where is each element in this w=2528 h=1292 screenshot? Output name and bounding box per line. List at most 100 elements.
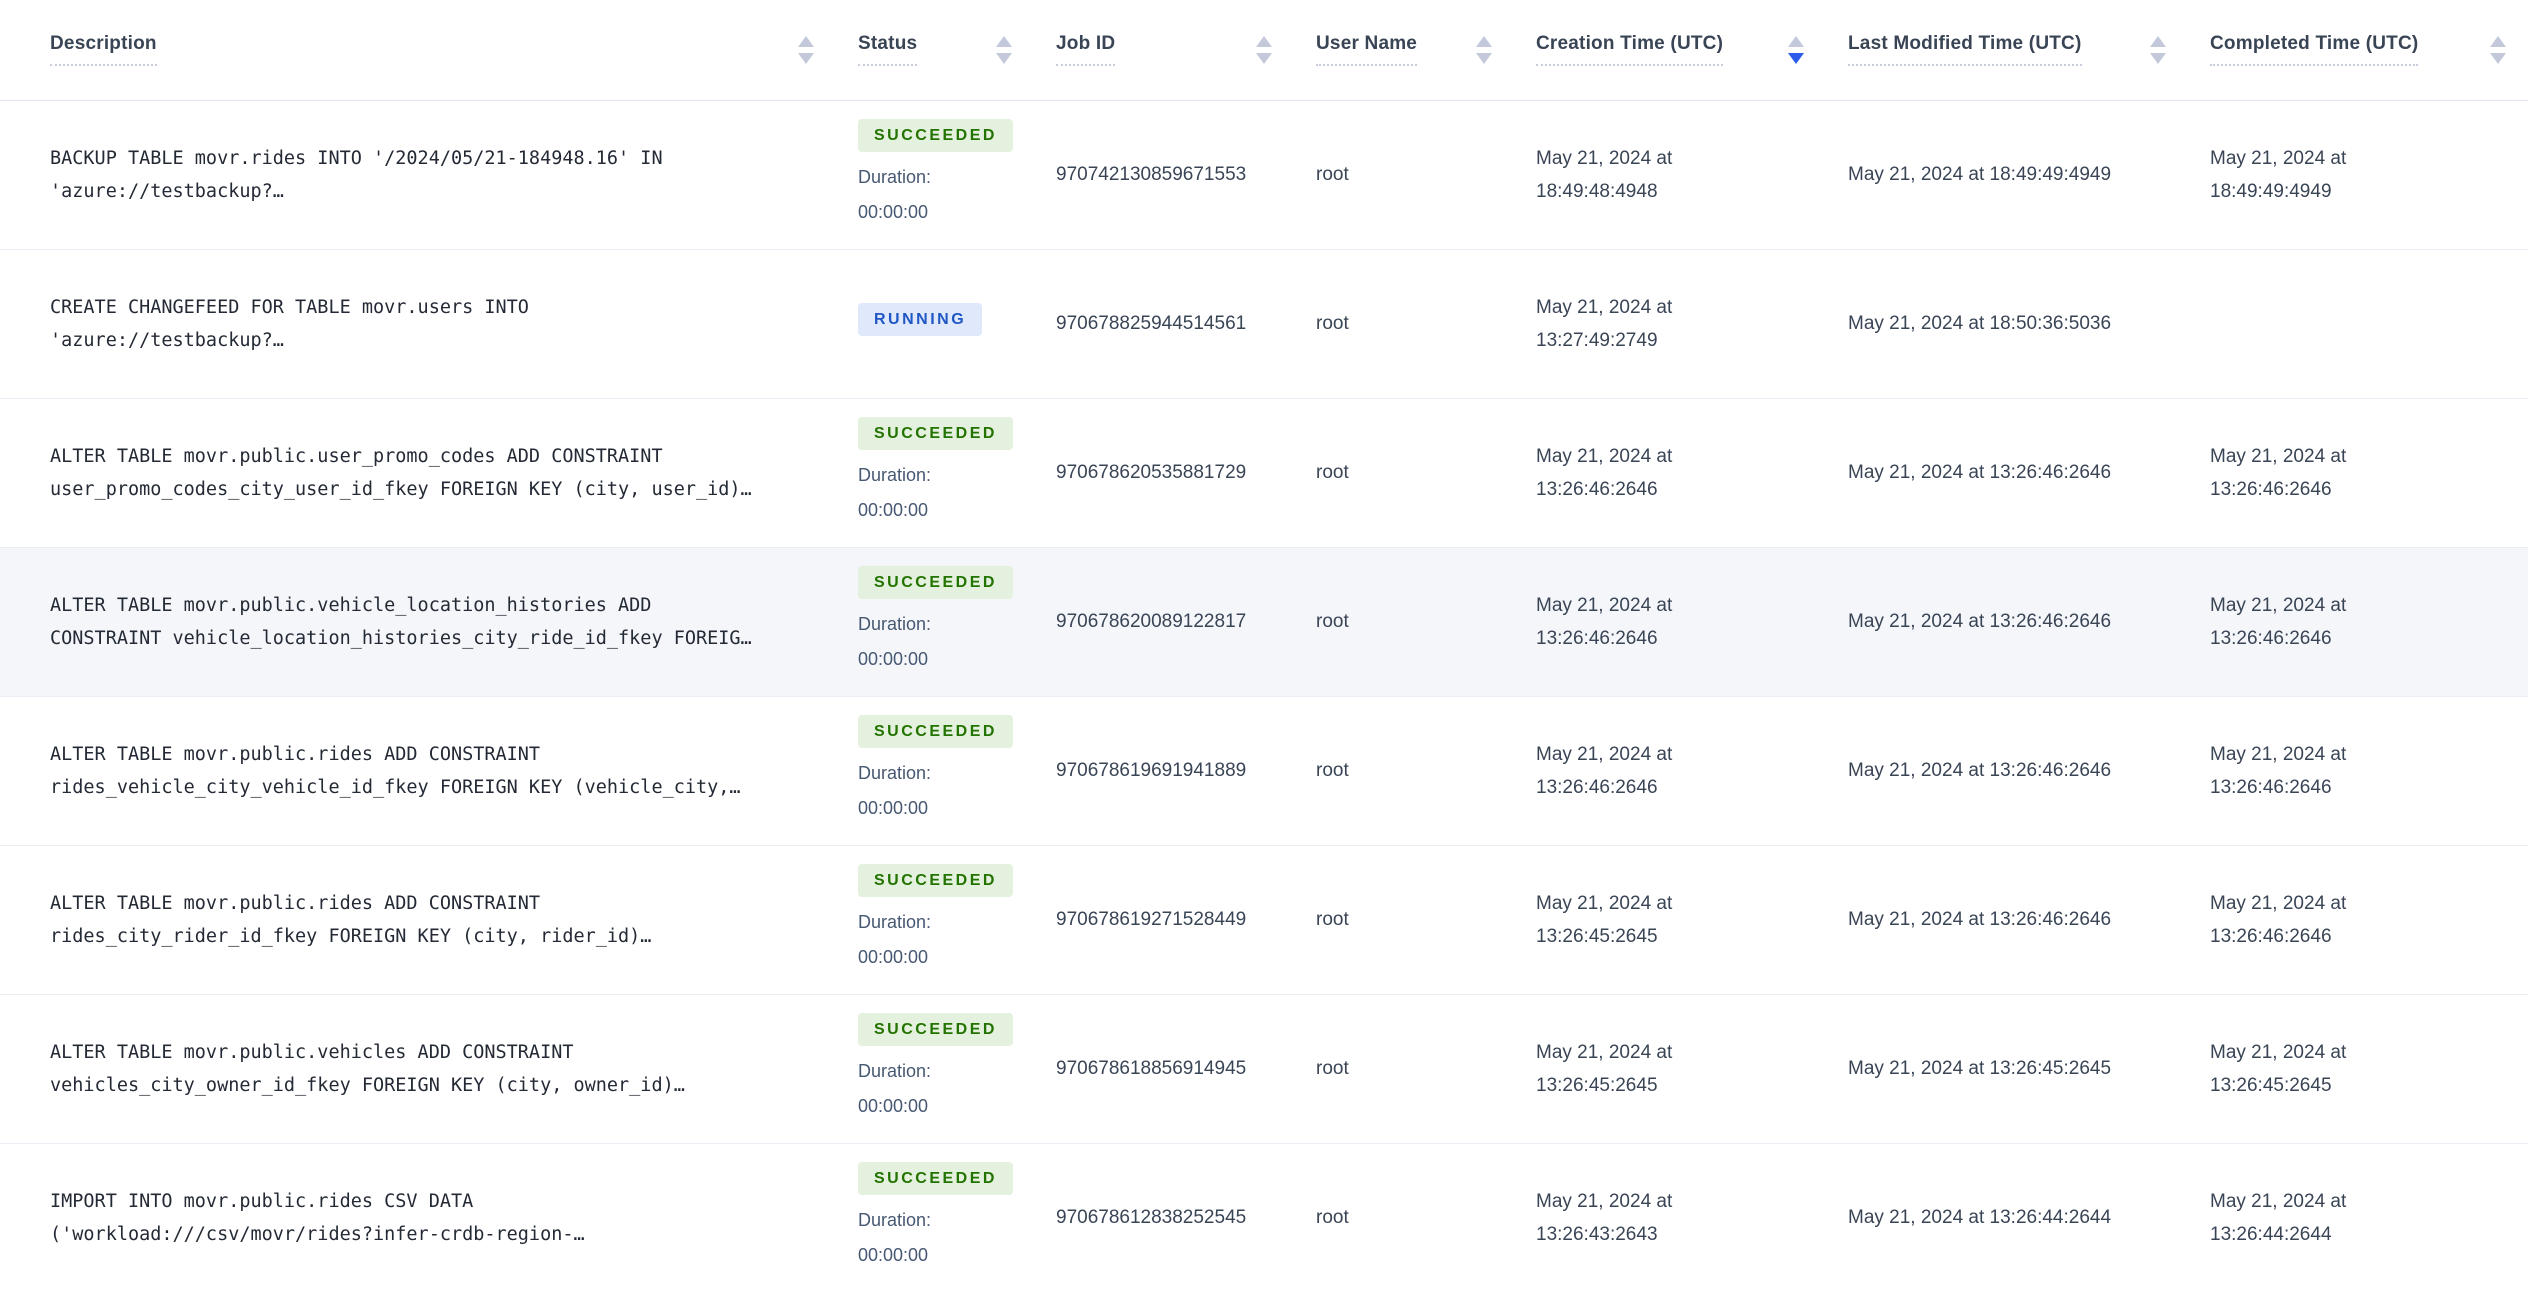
table-row: CREATE CHANGEFEED FOR TABLE movr.users I… <box>0 249 2528 398</box>
job-description-link[interactable]: IMPORT INTO movr.public.rides CSV DATA (… <box>50 1191 585 1245</box>
status-badge: RUNNING <box>858 303 983 336</box>
column-header-last-modified-time-label[interactable]: Last Modified Time (UTC) <box>1848 33 2082 67</box>
description-cell: IMPORT INTO movr.public.rides CSV DATA (… <box>0 1143 858 1292</box>
status-badge: SUCCEEDED <box>858 715 1013 748</box>
completed-time: May 21, 2024 at 18:49:49:4949 <box>2210 147 2347 202</box>
last-modified-time: May 21, 2024 at 13:26:46:2646 <box>1848 462 2112 483</box>
creation-time: May 21, 2024 at 18:49:48:4948 <box>1536 147 1673 202</box>
job-id: 970678618856914945 <box>1056 1057 1247 1079</box>
status-badge: SUCCEEDED <box>858 119 1013 152</box>
column-header-status-label[interactable]: Status <box>858 33 918 67</box>
sort-arrows-icon[interactable] <box>2490 35 2506 64</box>
sort-arrows-icon[interactable] <box>1256 35 1272 64</box>
description-cell: CREATE CHANGEFEED FOR TABLE movr.users I… <box>0 249 858 398</box>
job-id: 970678825944514561 <box>1056 312 1247 334</box>
column-header-completed-time: Completed Time (UTC) <box>2210 0 2528 100</box>
last-modified-time: May 21, 2024 at 13:26:46:2646 <box>1848 611 2112 632</box>
job-id: 970678620089122817 <box>1056 610 1247 632</box>
description-cell: ALTER TABLE movr.public.rides ADD CONSTR… <box>0 845 858 994</box>
user-name: root <box>1316 1206 1349 1228</box>
sort-arrows-icon[interactable] <box>1788 35 1804 64</box>
status-cell: SUCCEEDED Duration: 00:00:00 <box>858 696 1056 845</box>
job-duration: Duration: 00:00:00 <box>858 465 932 520</box>
job-duration: Duration: 00:00:00 <box>858 614 932 669</box>
job-duration: Duration: 00:00:00 <box>858 167 932 222</box>
job-description-link[interactable]: ALTER TABLE movr.public.rides ADD CONSTR… <box>50 744 741 798</box>
job-description-link[interactable]: ALTER TABLE movr.public.user_promo_codes… <box>50 446 752 500</box>
job-duration: Duration: 00:00:00 <box>858 1210 932 1266</box>
status-badge: SUCCEEDED <box>858 417 1013 450</box>
job-duration: Duration: 00:00:00 <box>858 763 932 818</box>
table-header-row: Description Status Job ID User Name Crea… <box>0 0 2528 100</box>
user-name: root <box>1316 1057 1349 1079</box>
last-modified-time: May 21, 2024 at 13:26:46:2646 <box>1848 909 2112 930</box>
table-row: ALTER TABLE movr.public.vehicle_location… <box>0 547 2528 696</box>
column-header-user-name: User Name <box>1316 0 1536 100</box>
description-cell: ALTER TABLE movr.public.rides ADD CONSTR… <box>0 696 858 845</box>
table-row: BACKUP TABLE movr.rides INTO '/2024/05/2… <box>0 100 2528 249</box>
job-id: 970678619691941889 <box>1056 759 1247 781</box>
jobs-table: Description Status Job ID User Name Crea… <box>0 0 2528 1292</box>
creation-time: May 21, 2024 at 13:26:45:2645 <box>1536 892 1673 947</box>
table-row: ALTER TABLE movr.public.rides ADD CONSTR… <box>0 845 2528 994</box>
column-header-description: Description <box>0 0 858 100</box>
status-cell: SUCCEEDED Duration: 00:00:00 <box>858 1143 1056 1292</box>
user-name: root <box>1316 610 1349 632</box>
status-cell: SUCCEEDED Duration: 00:00:00 <box>858 547 1056 696</box>
column-header-status: Status <box>858 0 1056 100</box>
last-modified-time: May 21, 2024 at 18:50:36:5036 <box>1848 313 2112 334</box>
user-name: root <box>1316 312 1349 334</box>
table-row: ALTER TABLE movr.public.user_promo_codes… <box>0 398 2528 547</box>
last-modified-time: May 21, 2024 at 13:26:45:2645 <box>1848 1058 2112 1079</box>
job-duration: Duration: 00:00:00 <box>858 1061 932 1116</box>
description-cell: ALTER TABLE movr.public.user_promo_codes… <box>0 398 858 547</box>
job-description-link[interactable]: ALTER TABLE movr.public.vehicles ADD CON… <box>50 1042 685 1096</box>
status-cell: SUCCEEDED Duration: 00:00:00 <box>858 398 1056 547</box>
completed-time: May 21, 2024 at 13:26:46:2646 <box>2210 743 2347 798</box>
last-modified-time: May 21, 2024 at 13:26:46:2646 <box>1848 760 2112 781</box>
column-header-description-label[interactable]: Description <box>50 33 157 67</box>
creation-time: May 21, 2024 at 13:27:49:2749 <box>1536 296 1673 351</box>
creation-time: May 21, 2024 at 13:26:46:2646 <box>1536 743 1673 798</box>
sort-arrows-icon[interactable] <box>996 35 1012 64</box>
status-badge: SUCCEEDED <box>858 566 1013 599</box>
column-header-last-modified-time: Last Modified Time (UTC) <box>1848 0 2210 100</box>
status-cell: SUCCEEDED Duration: 00:00:00 <box>858 845 1056 994</box>
table-row: IMPORT INTO movr.public.rides CSV DATA (… <box>0 1143 2528 1292</box>
completed-time <box>2210 249 2528 398</box>
column-header-job-id: Job ID <box>1056 0 1316 100</box>
sort-arrows-icon[interactable] <box>2150 35 2166 64</box>
creation-time: May 21, 2024 at 13:26:45:2645 <box>1536 1041 1673 1096</box>
column-header-user-name-label[interactable]: User Name <box>1316 33 1418 67</box>
job-duration: Duration: 00:00:00 <box>858 912 932 967</box>
last-modified-time: May 21, 2024 at 18:49:49:4949 <box>1848 164 2112 185</box>
completed-time: May 21, 2024 at 13:26:46:2646 <box>2210 445 2347 500</box>
column-header-creation-time-label[interactable]: Creation Time (UTC) <box>1536 33 1724 67</box>
table-row: ALTER TABLE movr.public.rides ADD CONSTR… <box>0 696 2528 845</box>
job-description-link[interactable]: CREATE CHANGEFEED FOR TABLE movr.users I… <box>50 297 529 351</box>
table-row: ALTER TABLE movr.public.vehicles ADD CON… <box>0 994 2528 1143</box>
job-description-link[interactable]: BACKUP TABLE movr.rides INTO '/2024/05/2… <box>50 148 663 202</box>
job-id: 970678620535881729 <box>1056 461 1247 483</box>
description-cell: BACKUP TABLE movr.rides INTO '/2024/05/2… <box>0 100 858 249</box>
status-cell: RUNNING <box>858 249 1056 398</box>
status-badge: SUCCEEDED <box>858 1013 1013 1046</box>
status-cell: SUCCEEDED Duration: 00:00:00 <box>858 100 1056 249</box>
job-id: 970678612838252545 <box>1056 1206 1247 1228</box>
job-id: 970678619271528449 <box>1056 908 1247 930</box>
creation-time: May 21, 2024 at 13:26:46:2646 <box>1536 445 1673 500</box>
creation-time: May 21, 2024 at 13:26:46:2646 <box>1536 594 1673 649</box>
job-description-link[interactable]: ALTER TABLE movr.public.vehicle_location… <box>50 595 752 649</box>
sort-arrows-icon[interactable] <box>798 35 814 64</box>
job-description-link[interactable]: ALTER TABLE movr.public.rides ADD CONSTR… <box>50 893 651 947</box>
column-header-creation-time: Creation Time (UTC) <box>1536 0 1848 100</box>
sort-arrows-icon[interactable] <box>1476 35 1492 64</box>
completed-time: May 21, 2024 at 13:26:46:2646 <box>2210 594 2347 649</box>
completed-time: May 21, 2024 at 13:26:44:2644 <box>2210 1190 2347 1245</box>
column-header-job-id-label[interactable]: Job ID <box>1056 33 1116 67</box>
status-cell: SUCCEEDED Duration: 00:00:00 <box>858 994 1056 1143</box>
user-name: root <box>1316 163 1349 185</box>
status-badge: SUCCEEDED <box>858 864 1013 897</box>
completed-time: May 21, 2024 at 13:26:46:2646 <box>2210 892 2347 947</box>
column-header-completed-time-label[interactable]: Completed Time (UTC) <box>2210 33 2419 67</box>
